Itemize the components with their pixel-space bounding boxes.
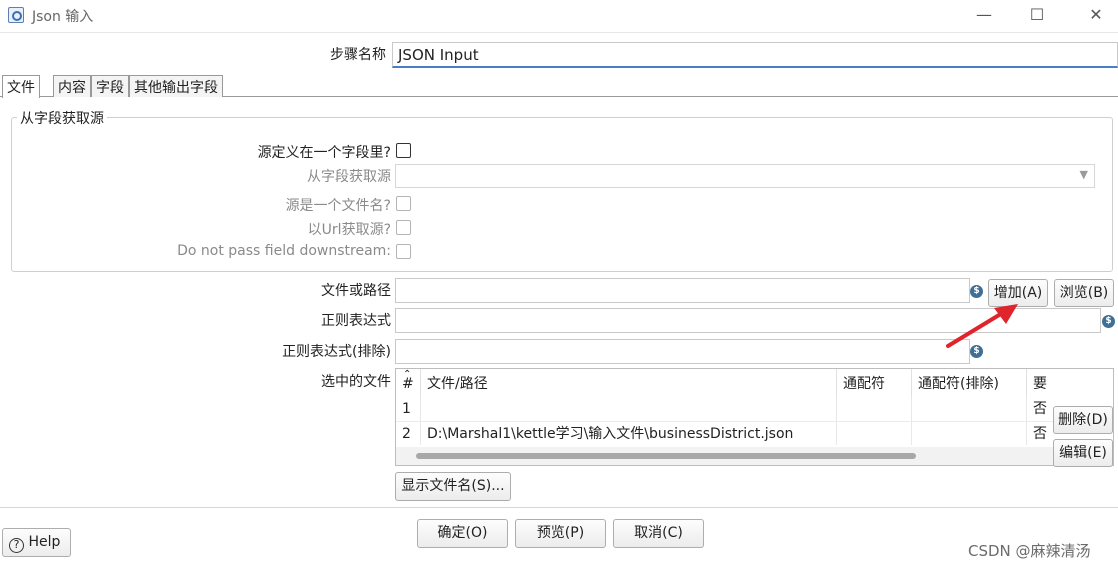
help-button[interactable]: ? Help [2,528,71,557]
selected-files-table[interactable]: ⌃ # 文件/路径 通配符 通配符(排除) 要 1 否 2 D:\Marshal… [395,368,1114,466]
row-wildcard[interactable] [837,421,912,445]
title-bar [0,0,1118,32]
sort-icon: ⌃ [403,369,412,380]
help-icon: ? [9,538,24,553]
cancel-button[interactable]: 取消(C) [613,519,704,548]
delete-button[interactable]: 删除(D) [1053,406,1113,434]
source-is-url-label: 以Url获取源? [307,222,391,238]
title-separator [0,32,1118,33]
tab-fields[interactable]: 字段 [91,75,129,97]
regex-label: 正则表达式 [321,313,391,329]
regex-exclude-input[interactable] [395,339,970,364]
row-wildcard-exclude[interactable] [912,421,1027,445]
footer-separator [0,507,1118,508]
source-field-label: 从字段获取源 [307,169,391,185]
row-number: 2 [396,421,421,445]
source-is-filename-label: 源是一个文件名? [285,198,391,214]
step-name-input[interactable]: JSON Input [392,42,1118,68]
scrollbar-thumb[interactable] [416,453,916,459]
annotation-arrow [946,304,1018,348]
watermark: CSDN @麻辣清汤 [968,542,1091,560]
column-header-number[interactable]: ⌃ # [396,369,421,399]
horizontal-scrollbar[interactable] [396,447,1113,465]
row-number: 1 [396,397,421,421]
column-header-path[interactable]: 文件/路径 [421,369,837,399]
app-icon [8,7,24,23]
column-header-wildcard-exclude[interactable]: 通配符(排除) [912,369,1027,399]
column-header-required[interactable]: 要 [1027,369,1057,399]
tab-other-output-fields[interactable]: 其他输出字段 [129,75,223,97]
row-wildcard[interactable] [837,397,912,421]
source-group-title: 从字段获取源 [17,108,107,128]
source-in-field-label: 源定义在一个字段里? [257,145,391,161]
do-not-pass-checkbox[interactable] [396,244,411,259]
row-path[interactable]: D:\Marshal1\kettle学习\输入文件\businessDistri… [421,421,837,445]
step-name-label: 步骤名称 [330,47,386,63]
variable-icon: $ [1102,315,1115,328]
source-is-filename-checkbox[interactable] [396,196,411,211]
do-not-pass-label: Do not pass field downstream: [177,243,391,259]
minimize-button[interactable]: — [972,4,996,26]
browse-button[interactable]: 浏览(B) [1054,279,1114,307]
row-wildcard-exclude[interactable] [912,397,1027,421]
source-is-url-checkbox[interactable] [396,220,411,235]
file-path-label: 文件或路径 [321,283,391,299]
regex-exclude-label: 正则表达式(排除) [282,344,391,360]
window-title: Json 输入 [32,9,94,25]
column-header-wildcard[interactable]: 通配符 [837,369,912,399]
tab-file[interactable]: 文件 [2,75,40,98]
file-path-input[interactable] [395,278,970,303]
selected-files-label: 选中的文件 [321,374,391,390]
source-field-dropdown[interactable]: ▼ [395,164,1095,188]
preview-button[interactable]: 预览(P) [515,519,606,548]
ok-button[interactable]: 确定(O) [417,519,508,548]
tab-content[interactable]: 内容 [53,75,91,97]
edit-button[interactable]: 编辑(E) [1053,439,1113,467]
close-button[interactable]: ✕ [1084,4,1108,26]
chevron-down-icon: ▼ [1079,168,1088,181]
show-filenames-button[interactable]: 显示文件名(S)... [395,472,511,501]
source-in-field-checkbox[interactable] [396,143,411,158]
row-path[interactable] [421,397,837,421]
maximize-button[interactable]: ☐ [1025,4,1049,26]
